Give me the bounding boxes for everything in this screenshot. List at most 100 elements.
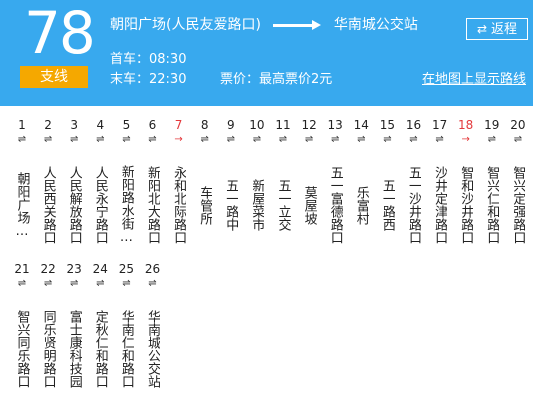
stop-name: 永和北际路口 (171, 166, 187, 244)
two-way-arrow-icon: ⇌ (96, 278, 105, 289)
reverse-route-button[interactable]: ⇄ 返程 (466, 18, 528, 40)
two-way-arrow-icon: ⇌ (96, 134, 105, 145)
stop-name: 五一沙井路口 (406, 166, 421, 244)
fare-info: 票价：最高票价2元 (220, 72, 333, 87)
bus-stop[interactable]: 23 ⇌ 富士康科技园 (61, 260, 87, 404)
stop-name: 智兴仁和路口 (484, 166, 500, 244)
bus-stop[interactable]: 22 ⇌ 同乐贤明路口 (35, 260, 61, 404)
bus-stop[interactable]: 17 ⇌ 沙井定津路口 (427, 116, 453, 260)
two-way-arrow-icon: ⇌ (513, 134, 523, 145)
bus-stop[interactable]: 11 ⇌ 五一立交 (270, 116, 296, 260)
stop-number: 3 (70, 118, 78, 132)
stop-number: 12 (301, 118, 317, 132)
bus-stop[interactable]: 18 → 智和沙井路口 (453, 116, 479, 260)
stop-number: 25 (118, 262, 135, 276)
stop-name: 富士康科技园 (66, 310, 82, 388)
last-bus-time: 末车：22:30 (110, 72, 187, 87)
first-bus-time: 首车：08:30 (110, 52, 187, 67)
stop-name: 同乐贤明路口 (40, 310, 56, 388)
stop-number: 24 (92, 262, 108, 276)
stop-number: 4 (96, 118, 105, 132)
arrow-right-icon (273, 15, 322, 35)
route-header: 78 支线 朝阳广场(人民友爱路口) 华南城公交站 首车：08:30 末车：22… (0, 0, 533, 106)
bus-stop[interactable]: 10 ⇌ 新屋菜市 (244, 116, 270, 260)
stop-number: 18 (458, 118, 474, 132)
bus-stop[interactable]: 1 ⇌ 朝阳广场… (9, 116, 35, 260)
two-way-arrow-icon: ⇌ (252, 134, 262, 145)
one-way-arrow-icon: → (461, 134, 470, 145)
stop-number: 22 (40, 262, 56, 276)
show-on-map-link[interactable]: 在地图上显示路线 (422, 71, 526, 89)
stop-number: 26 (144, 262, 161, 276)
bus-stop[interactable]: 21 ⇌ 智兴同乐路口 (9, 260, 35, 404)
bus-stop[interactable]: 13 ⇌ 五一富德路口 (322, 116, 348, 260)
two-way-arrow-icon: ⇌ (330, 134, 340, 145)
two-way-arrow-icon: ⇌ (122, 134, 131, 145)
stop-number: 15 (379, 118, 396, 132)
stop-number: 9 (226, 118, 235, 132)
stop-name: 朝阳广场… (14, 171, 30, 239)
stop-number: 5 (122, 118, 131, 132)
two-way-arrow-icon: ⇌ (357, 134, 366, 145)
stop-number: 16 (405, 118, 422, 132)
stop-name: 人民永宁路口 (92, 166, 108, 244)
two-way-arrow-icon: ⇌ (278, 134, 288, 145)
bus-stop[interactable]: 3 ⇌ 人民解放路口 (61, 116, 87, 260)
bus-stop[interactable]: 16 ⇌ 五一沙井路口 (401, 116, 427, 260)
stop-name: 新阳路水街… (118, 165, 134, 245)
bus-stop[interactable]: 15 ⇌ 五一路西 (374, 116, 400, 260)
two-way-arrow-icon: ⇌ (383, 134, 392, 145)
bus-stop[interactable]: 2 ⇌ 人民西关路口 (35, 116, 61, 260)
two-way-arrow-icon: ⇌ (69, 278, 79, 289)
two-way-arrow-icon: ⇌ (304, 134, 314, 145)
swap-icon: ⇄ (476, 22, 488, 36)
reverse-route-label: 返程 (491, 22, 518, 37)
stop-name: 华南仁和路口 (118, 310, 134, 388)
route-destination: 华南城公交站 (333, 17, 418, 33)
stop-name: 定秋仁和路口 (92, 310, 108, 388)
stop-number: 20 (510, 118, 526, 132)
stop-number: 7 (174, 118, 183, 132)
stop-number: 14 (353, 118, 369, 132)
stop-number: 6 (148, 118, 157, 132)
bus-stop[interactable]: 19 ⇌ 智兴仁和路口 (479, 116, 505, 260)
stop-number: 10 (249, 118, 265, 132)
bus-stop[interactable]: 25 ⇌ 华南仁和路口 (113, 260, 139, 404)
two-way-arrow-icon: ⇌ (148, 278, 157, 289)
bus-stop[interactable]: 24 ⇌ 定秋仁和路口 (87, 260, 113, 404)
stop-name: 五一路西 (379, 179, 395, 231)
stop-number: 23 (66, 262, 82, 276)
bus-stop[interactable]: 6 ⇌ 新阳北大路口 (140, 116, 166, 260)
stop-name: 五一路中 (223, 179, 239, 231)
stop-number: 1 (18, 118, 26, 132)
stop-name: 智兴同乐路口 (14, 310, 30, 388)
stop-number: 11 (275, 118, 291, 132)
bus-stop[interactable]: 20 ⇌ 智兴定强路口 (505, 116, 531, 260)
bus-stop[interactable]: 9 ⇌ 五一路中 (218, 116, 244, 260)
two-way-arrow-icon: ⇌ (148, 134, 157, 145)
one-way-arrow-icon: → (174, 134, 183, 145)
bus-stop[interactable]: 8 ⇌ 车管所 (192, 116, 218, 260)
stop-name: 新屋菜市 (249, 179, 265, 231)
bus-stop[interactable]: 5 ⇌ 新阳路水街… (113, 116, 139, 260)
stop-name: 人民西关路口 (40, 166, 56, 244)
two-way-arrow-icon: ⇌ (435, 134, 444, 145)
route-direction: 朝阳广场(人民友爱路口) 华南城公交站 (110, 15, 418, 35)
stop-name: 车管所 (197, 185, 213, 225)
route-number: 78 (24, 0, 96, 67)
two-way-arrow-icon: ⇌ (43, 134, 53, 145)
two-way-arrow-icon: ⇌ (17, 278, 27, 289)
stop-name: 人民解放路口 (66, 166, 82, 244)
stop-number: 17 (431, 118, 448, 132)
stop-name: 五一立交 (275, 179, 291, 231)
bus-stop[interactable]: 4 ⇌ 人民永宁路口 (87, 116, 113, 260)
bus-stop[interactable]: 12 ⇌ 莫屋坡 (296, 116, 322, 260)
bus-stop[interactable]: 26 ⇌ 华南城公交站 (140, 260, 166, 404)
two-way-arrow-icon: ⇌ (409, 134, 418, 145)
stop-number: 8 (200, 118, 209, 132)
bus-stop[interactable]: 14 ⇌ 乐富村 (348, 116, 374, 260)
stop-name: 乐富村 (353, 185, 369, 225)
two-way-arrow-icon: ⇌ (122, 278, 131, 289)
bus-stop[interactable]: 7 → 永和北际路口 (166, 116, 192, 260)
stop-name: 沙井定津路口 (432, 166, 448, 244)
